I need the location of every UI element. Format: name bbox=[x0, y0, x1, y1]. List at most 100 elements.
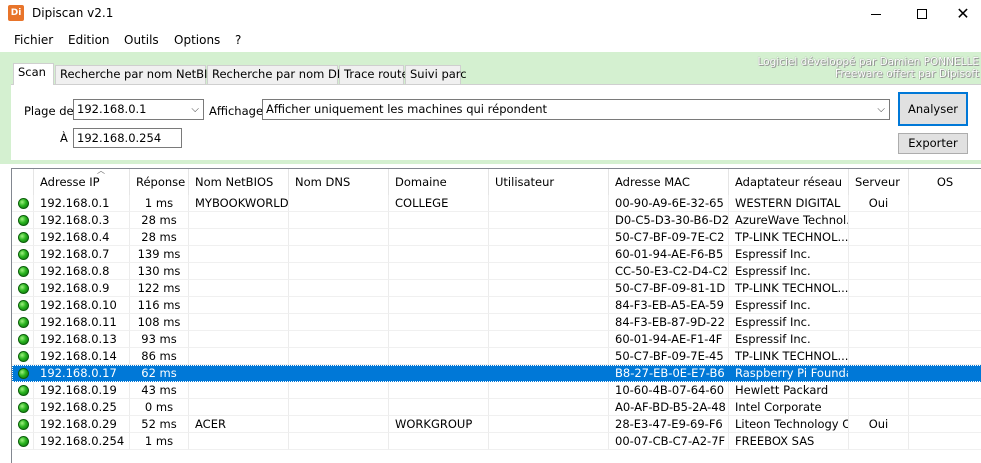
column-header-domain[interactable]: Domaine bbox=[389, 169, 489, 195]
table-row[interactable]: 192.168.0.8 130 ms CC-50-E3-C2-D4-C2 Espres… bbox=[12, 263, 981, 280]
cell-mac: 50-C7-BF-09-7E-45 bbox=[609, 348, 729, 365]
cell-domain bbox=[389, 331, 489, 348]
maximize-icon bbox=[917, 9, 927, 19]
export-button[interactable]: Exporter bbox=[898, 133, 968, 154]
cell-response: 52 ms bbox=[130, 416, 189, 433]
column-header-netbios[interactable]: Nom NetBIOS bbox=[189, 169, 289, 195]
cell-status bbox=[12, 212, 34, 229]
cell-response: 139 ms bbox=[130, 246, 189, 263]
cell-mac: 84-F3-EB-A5-EA-59 bbox=[609, 297, 729, 314]
range-from-select[interactable]: 192.168.0.1 ⌵ bbox=[73, 99, 204, 120]
results-list[interactable]: ︿ Adresse IP Réponse Nom NetBIOS Nom DNS… bbox=[11, 168, 981, 463]
cell-ip: 192.168.0.25 bbox=[34, 399, 130, 416]
table-row[interactable]: 192.168.0.14 86 ms 50-C7-BF-09-7E-45 TP-LIN… bbox=[12, 348, 981, 365]
cell-os bbox=[909, 246, 981, 263]
column-header-os[interactable]: OS bbox=[909, 169, 981, 195]
cell-dns bbox=[289, 314, 389, 331]
cell-adapter: Hewlett Packard bbox=[729, 382, 849, 399]
cell-ip: 192.168.0.17 bbox=[34, 365, 130, 382]
cell-server bbox=[849, 263, 909, 280]
column-header-dns[interactable]: Nom DNS bbox=[289, 169, 389, 195]
tab-traceroute[interactable]: Trace route bbox=[339, 65, 409, 84]
cell-os bbox=[909, 314, 981, 331]
cell-domain: COLLEGE bbox=[389, 195, 489, 212]
table-row[interactable]: 192.168.0.1 1 ms MYBOOKWORLD COLLEGE 00-90-A… bbox=[12, 195, 981, 212]
analyze-button[interactable]: Analyser bbox=[898, 92, 968, 126]
cell-status bbox=[12, 382, 34, 399]
cell-domain: WORKGROUP bbox=[389, 416, 489, 433]
menu-outils[interactable]: Outils bbox=[124, 33, 159, 47]
cell-netbios bbox=[189, 263, 289, 280]
table-row[interactable]: 192.168.0.3 28 ms D0-C5-D3-30-B6-D2 AzureWa… bbox=[12, 212, 981, 229]
status-online-icon bbox=[18, 215, 29, 226]
range-to-input[interactable]: 192.168.0.254 bbox=[73, 128, 182, 148]
display-filter-value: Afficher uniquement les machines qui rép… bbox=[266, 102, 547, 116]
menu-fichier[interactable]: Fichier bbox=[14, 33, 53, 47]
display-filter-select[interactable]: Afficher uniquement les machines qui rép… bbox=[262, 99, 890, 120]
cell-response: 93 ms bbox=[130, 331, 189, 348]
sort-ascending-icon: ︿ bbox=[97, 168, 105, 175]
cell-server bbox=[849, 314, 909, 331]
cell-os bbox=[909, 229, 981, 246]
table-row[interactable]: 192.168.0.10 116 ms 84-F3-EB-A5-EA-59 Espre… bbox=[12, 297, 981, 314]
cell-os bbox=[909, 416, 981, 433]
tab-netbios[interactable]: Recherche par nom NetBIOS bbox=[55, 65, 224, 84]
cell-os bbox=[909, 280, 981, 297]
menu-options[interactable]: Options bbox=[174, 33, 220, 47]
cell-netbios bbox=[189, 212, 289, 229]
column-header-status[interactable] bbox=[12, 169, 34, 195]
tab-suivi-parc[interactable]: Suivi parc bbox=[405, 65, 467, 84]
cell-os bbox=[909, 195, 981, 212]
cell-status bbox=[12, 195, 34, 212]
menu-edition[interactable]: Edition bbox=[68, 33, 110, 47]
cell-user bbox=[489, 263, 609, 280]
cell-domain bbox=[389, 229, 489, 246]
cell-domain bbox=[389, 433, 489, 450]
cell-adapter: FREEBOX SAS bbox=[729, 433, 849, 450]
column-header-response[interactable]: Réponse bbox=[130, 169, 189, 195]
cell-server bbox=[849, 246, 909, 263]
cell-dns bbox=[289, 246, 389, 263]
cell-dns bbox=[289, 331, 389, 348]
cell-server bbox=[849, 348, 909, 365]
table-row[interactable]: 192.168.0.19 43 ms 10-60-4B-07-64-60 Hewlet… bbox=[12, 382, 981, 399]
cell-ip: 192.168.0.1 bbox=[34, 195, 130, 212]
column-header-adapter[interactable]: Adaptateur réseau bbox=[729, 169, 849, 195]
table-row[interactable]: 192.168.0.254 1 ms 00-07-CB-C7-A2-7F FREEBO… bbox=[12, 433, 981, 450]
table-row[interactable]: 192.168.0.11 108 ms 84-F3-EB-87-9D-22 Espre… bbox=[12, 314, 981, 331]
cell-netbios bbox=[189, 399, 289, 416]
table-row[interactable]: 192.168.0.17 62 ms B8-27-EB-0E-E7-B6 Raspbe… bbox=[12, 365, 981, 382]
maximize-button[interactable] bbox=[899, 0, 945, 28]
status-online-icon bbox=[18, 283, 29, 294]
menu-bar: Fichier Edition Outils Options ? bbox=[0, 28, 981, 52]
tab-scan[interactable]: Scan bbox=[13, 63, 54, 85]
cell-adapter: TP-LINK TECHNOL... bbox=[729, 348, 849, 365]
close-button[interactable]: ✕ bbox=[945, 0, 981, 28]
column-header-user[interactable]: Utilisateur bbox=[489, 169, 609, 195]
column-header-ip[interactable]: ︿ Adresse IP bbox=[34, 169, 130, 195]
column-header-mac[interactable]: Adresse MAC bbox=[609, 169, 729, 195]
cell-dns bbox=[289, 280, 389, 297]
table-row[interactable]: 192.168.0.13 93 ms 60-01-94-AE-F1-4F Espres… bbox=[12, 331, 981, 348]
cell-netbios: ACER bbox=[189, 416, 289, 433]
cell-status bbox=[12, 433, 34, 450]
cell-dns bbox=[289, 263, 389, 280]
cell-domain bbox=[389, 399, 489, 416]
tab-dns[interactable]: Recherche par nom DNS bbox=[207, 65, 353, 84]
column-header-server[interactable]: Serveur bbox=[849, 169, 909, 195]
cell-netbios bbox=[189, 348, 289, 365]
table-row[interactable]: 192.168.0.29 52 ms ACER WORKGROUP 28-E3-47-E… bbox=[12, 416, 981, 433]
cell-mac: 60-01-94-AE-F1-4F bbox=[609, 331, 729, 348]
cell-ip: 192.168.0.29 bbox=[34, 416, 130, 433]
table-row[interactable]: 192.168.0.4 28 ms 50-C7-BF-09-7E-C2 TP-LINK… bbox=[12, 229, 981, 246]
menu-help[interactable]: ? bbox=[235, 33, 241, 47]
cell-netbios bbox=[189, 433, 289, 450]
scan-panel: Plage de 192.168.0.1 ⌵ À 192.168.0.254 A… bbox=[11, 84, 981, 160]
cell-adapter: WESTERN DIGITAL bbox=[729, 195, 849, 212]
table-row[interactable]: 192.168.0.7 139 ms 60-01-94-AE-F6-B5 Espres… bbox=[12, 246, 981, 263]
table-row[interactable]: 192.168.0.25 0 ms A0-AF-BD-B5-2A-48 Intel C… bbox=[12, 399, 981, 416]
cell-netbios bbox=[189, 331, 289, 348]
table-row[interactable]: 192.168.0.9 122 ms 50-C7-BF-09-81-1D TP-LIN… bbox=[12, 280, 981, 297]
cell-mac: 50-C7-BF-09-7E-C2 bbox=[609, 229, 729, 246]
minimize-button[interactable] bbox=[853, 0, 899, 28]
